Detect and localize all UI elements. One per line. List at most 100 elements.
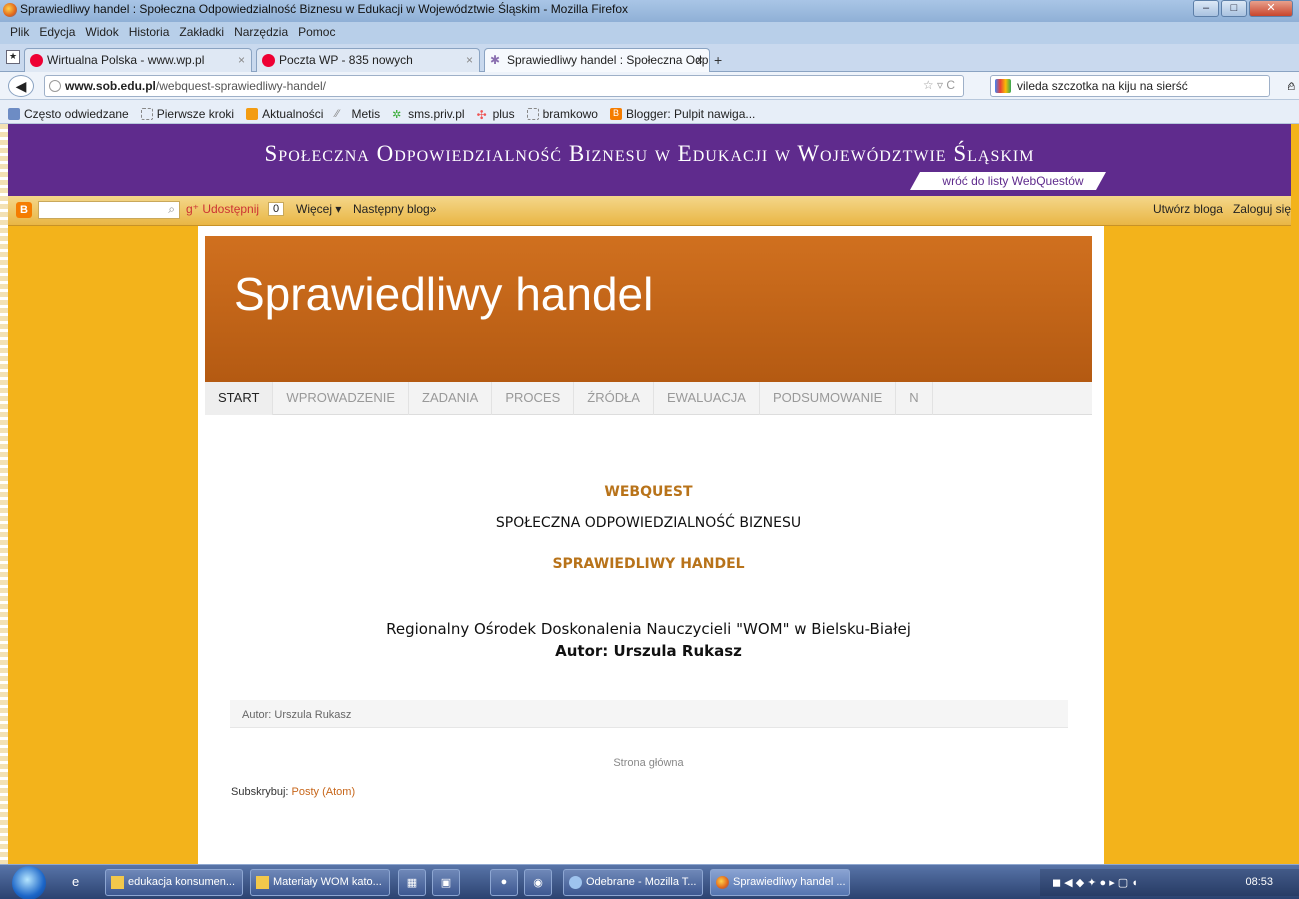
- menu-widok[interactable]: Widok: [85, 25, 118, 44]
- search-query: vileda szczotka na kiju na sierść: [1017, 79, 1188, 93]
- subscribe-atom-link[interactable]: Posty (Atom): [292, 786, 356, 798]
- post-footer-author: Autor: Urszula Rukasz: [230, 700, 1068, 728]
- tab-start[interactable]: START: [205, 382, 274, 415]
- taskbar-item-edukacja[interactable]: edukacja konsumen...: [105, 869, 243, 896]
- taskbar-item-odebrane[interactable]: Odebrane - Mozilla T...: [563, 869, 703, 896]
- next-blog-link[interactable]: Następny blog»: [353, 202, 436, 216]
- back-arrow-icon[interactable]: ◀: [8, 75, 34, 97]
- tab-podsumowanie[interactable]: PODSUMOWANIE: [760, 382, 897, 415]
- home-icon[interactable]: ⌂: [1287, 77, 1295, 93]
- menu-zakladki[interactable]: Zakładki: [179, 25, 224, 44]
- home-link[interactable]: Strona główna: [205, 757, 1092, 769]
- author-text: Autor: Urszula Rukasz: [555, 642, 742, 660]
- taskbar-label: Sprawiedliwy handel ...: [733, 876, 846, 888]
- maximize-button[interactable]: □: [1221, 0, 1247, 17]
- bookmark-label: Pierwsze kroki: [156, 106, 235, 121]
- blog-search-input[interactable]: ⌕: [38, 201, 180, 219]
- more-menu[interactable]: Więcej ▾: [296, 202, 341, 216]
- page-icon: [140, 107, 153, 120]
- taskbar-app-1[interactable]: ▦: [398, 869, 426, 896]
- gplus-share-button[interactable]: g⁺ Udostępnij: [186, 202, 259, 216]
- taskbar-app-2[interactable]: ▣: [432, 869, 460, 896]
- search-box[interactable]: vileda szczotka na kiju na sierść ⌕: [990, 75, 1295, 97]
- bookmark-blogger[interactable]: B Blogger: Pulpit nawiga...: [609, 104, 756, 123]
- blogger-account-links: Utwórz bloga Zaloguj się: [1153, 202, 1291, 216]
- institution-text: Regionalny Ośrodek Doskonalenia Nauczyci…: [386, 620, 911, 638]
- taskbar-label: Odebrane - Mozilla T...: [586, 876, 697, 888]
- wp-icon: [262, 54, 275, 67]
- bookmark-sms[interactable]: ✲ sms.priv.pl: [392, 104, 464, 123]
- menu-historia[interactable]: Historia: [129, 25, 170, 44]
- new-tab-icon[interactable]: +: [714, 52, 722, 68]
- tab-sprawiedliwy[interactable]: ✱ Sprawiedliwy handel : Społeczna Odp...…: [484, 48, 710, 72]
- rss-icon: [246, 107, 259, 120]
- google-icon: [995, 79, 1011, 93]
- navigation-bar: ◀ www.sob.edu.pl/webquest-sprawiedliwy-h…: [0, 72, 1299, 100]
- tab-groups-icon[interactable]: ★: [6, 50, 20, 64]
- blogger-icon: B: [609, 107, 622, 120]
- bookmark-label: Często odwiedzane: [24, 106, 129, 121]
- blogger-logo-icon[interactable]: B: [16, 202, 32, 218]
- sms-icon: ✲: [392, 108, 402, 121]
- taskbar-app-3[interactable]: ◉: [524, 869, 552, 896]
- start-button[interactable]: [12, 866, 46, 899]
- bookmark-pierwsze[interactable]: Pierwsze kroki: [140, 104, 235, 123]
- taskbar-item-sprawiedliwy[interactable]: Sprawiedliwy handel ...: [710, 869, 850, 896]
- back-to-list-link[interactable]: wróć do listy WebQuestów: [910, 172, 1106, 190]
- url-bar[interactable]: www.sob.edu.pl/webquest-sprawiedliwy-han…: [44, 75, 964, 97]
- bookmark-metis[interactable]: ⁄⁄ Metis: [335, 104, 380, 123]
- clock[interactable]: 08:53: [1245, 876, 1273, 888]
- folder-icon: [256, 876, 269, 889]
- tab-ewaluacja[interactable]: EWALUACJA: [654, 382, 760, 415]
- folder-icon: [8, 107, 20, 120]
- create-blog-link[interactable]: Utwórz bloga: [1153, 202, 1223, 216]
- ie-icon[interactable]: e: [72, 874, 79, 889]
- login-link[interactable]: Zaloguj się: [1233, 202, 1291, 216]
- star-icon[interactable]: ☆ ▿ C: [923, 78, 955, 92]
- tab-poczta[interactable]: Poczta WP - 835 nowych ×: [256, 48, 480, 72]
- menu-bar: Plik Edycja Widok Historia Zakładki Narz…: [0, 22, 1299, 44]
- taskbar: e edukacja konsumen... Materiały WOM kat…: [0, 864, 1299, 899]
- tab-label: Wirtualna Polska - www.wp.pl: [47, 53, 205, 67]
- window-controls: – □ ✕: [1193, 0, 1293, 17]
- taskbar-label: Materiały WOM kato...: [273, 876, 382, 888]
- menu-narzedzia[interactable]: Narzędzia: [234, 25, 288, 44]
- blog-nav-tabs: START WPROWADZENIE ZADANIA PROCES ŹRÓDŁA…: [205, 382, 1092, 415]
- bookmark-aktualnosci[interactable]: Aktualności: [246, 104, 323, 123]
- close-tab-icon[interactable]: ×: [466, 53, 473, 67]
- search-icon[interactable]: ⌕: [168, 202, 175, 217]
- tab-proces[interactable]: PROCES: [492, 382, 575, 415]
- bookmark-label: Blogger: Pulpit nawiga...: [625, 106, 756, 121]
- bookmark-bramkowo[interactable]: bramkowo: [526, 104, 598, 123]
- tray-icons[interactable]: ◼ ◀ ◆ ✦ ● ▸ ▢ ◖: [1052, 876, 1138, 889]
- close-button[interactable]: ✕: [1249, 0, 1293, 17]
- bookmarks-toolbar: Często odwiedzane Pierwsze kroki Aktualn…: [0, 100, 1299, 124]
- metis-icon: ⁄⁄: [335, 107, 340, 120]
- tab-zadania[interactable]: ZADANIA: [409, 382, 493, 415]
- bookmark-label: bramkowo: [542, 106, 598, 121]
- blog-title[interactable]: Sprawiedliwy handel: [234, 267, 653, 321]
- url-path: /webquest-sprawiedliwy-handel/: [155, 79, 326, 93]
- tab-wp[interactable]: Wirtualna Polska - www.wp.pl ×: [24, 48, 252, 72]
- firefox-icon: [3, 3, 17, 17]
- tab-zrodla[interactable]: ŹRÓDŁA: [574, 382, 654, 415]
- heading-webquest: WEBQUEST: [604, 484, 693, 500]
- tab-n[interactable]: N: [896, 382, 933, 415]
- tab-wprowadzenie[interactable]: WPROWADZENIE: [273, 382, 409, 415]
- taskbar-firefox[interactable]: ●: [490, 869, 518, 896]
- url-domain: www.sob.edu.pl: [65, 79, 156, 93]
- close-tab-icon[interactable]: ×: [238, 53, 245, 67]
- share-label: Udostępnij: [202, 202, 260, 216]
- taskbar-item-materialy[interactable]: Materiały WOM kato...: [250, 869, 390, 896]
- close-tab-icon[interactable]: ×: [696, 53, 703, 67]
- bookmark-czesto[interactable]: Często odwiedzane: [8, 104, 129, 123]
- menu-plik[interactable]: Plik: [10, 25, 29, 44]
- menu-edycja[interactable]: Edycja: [39, 25, 75, 44]
- subscribe-row: Subskrybuj: Posty (Atom): [231, 786, 355, 798]
- window-title-bar: Sprawiedliwy handel : Społeczna Odpowied…: [0, 0, 1299, 22]
- site-banner-title: Społeczna Odpowiedzialność Biznesu w Edu…: [264, 141, 1035, 166]
- folder-icon: [111, 876, 124, 889]
- minimize-button[interactable]: –: [1193, 0, 1219, 17]
- bookmark-plus[interactable]: ✣ plus: [477, 104, 515, 123]
- menu-pomoc[interactable]: Pomoc: [298, 25, 335, 44]
